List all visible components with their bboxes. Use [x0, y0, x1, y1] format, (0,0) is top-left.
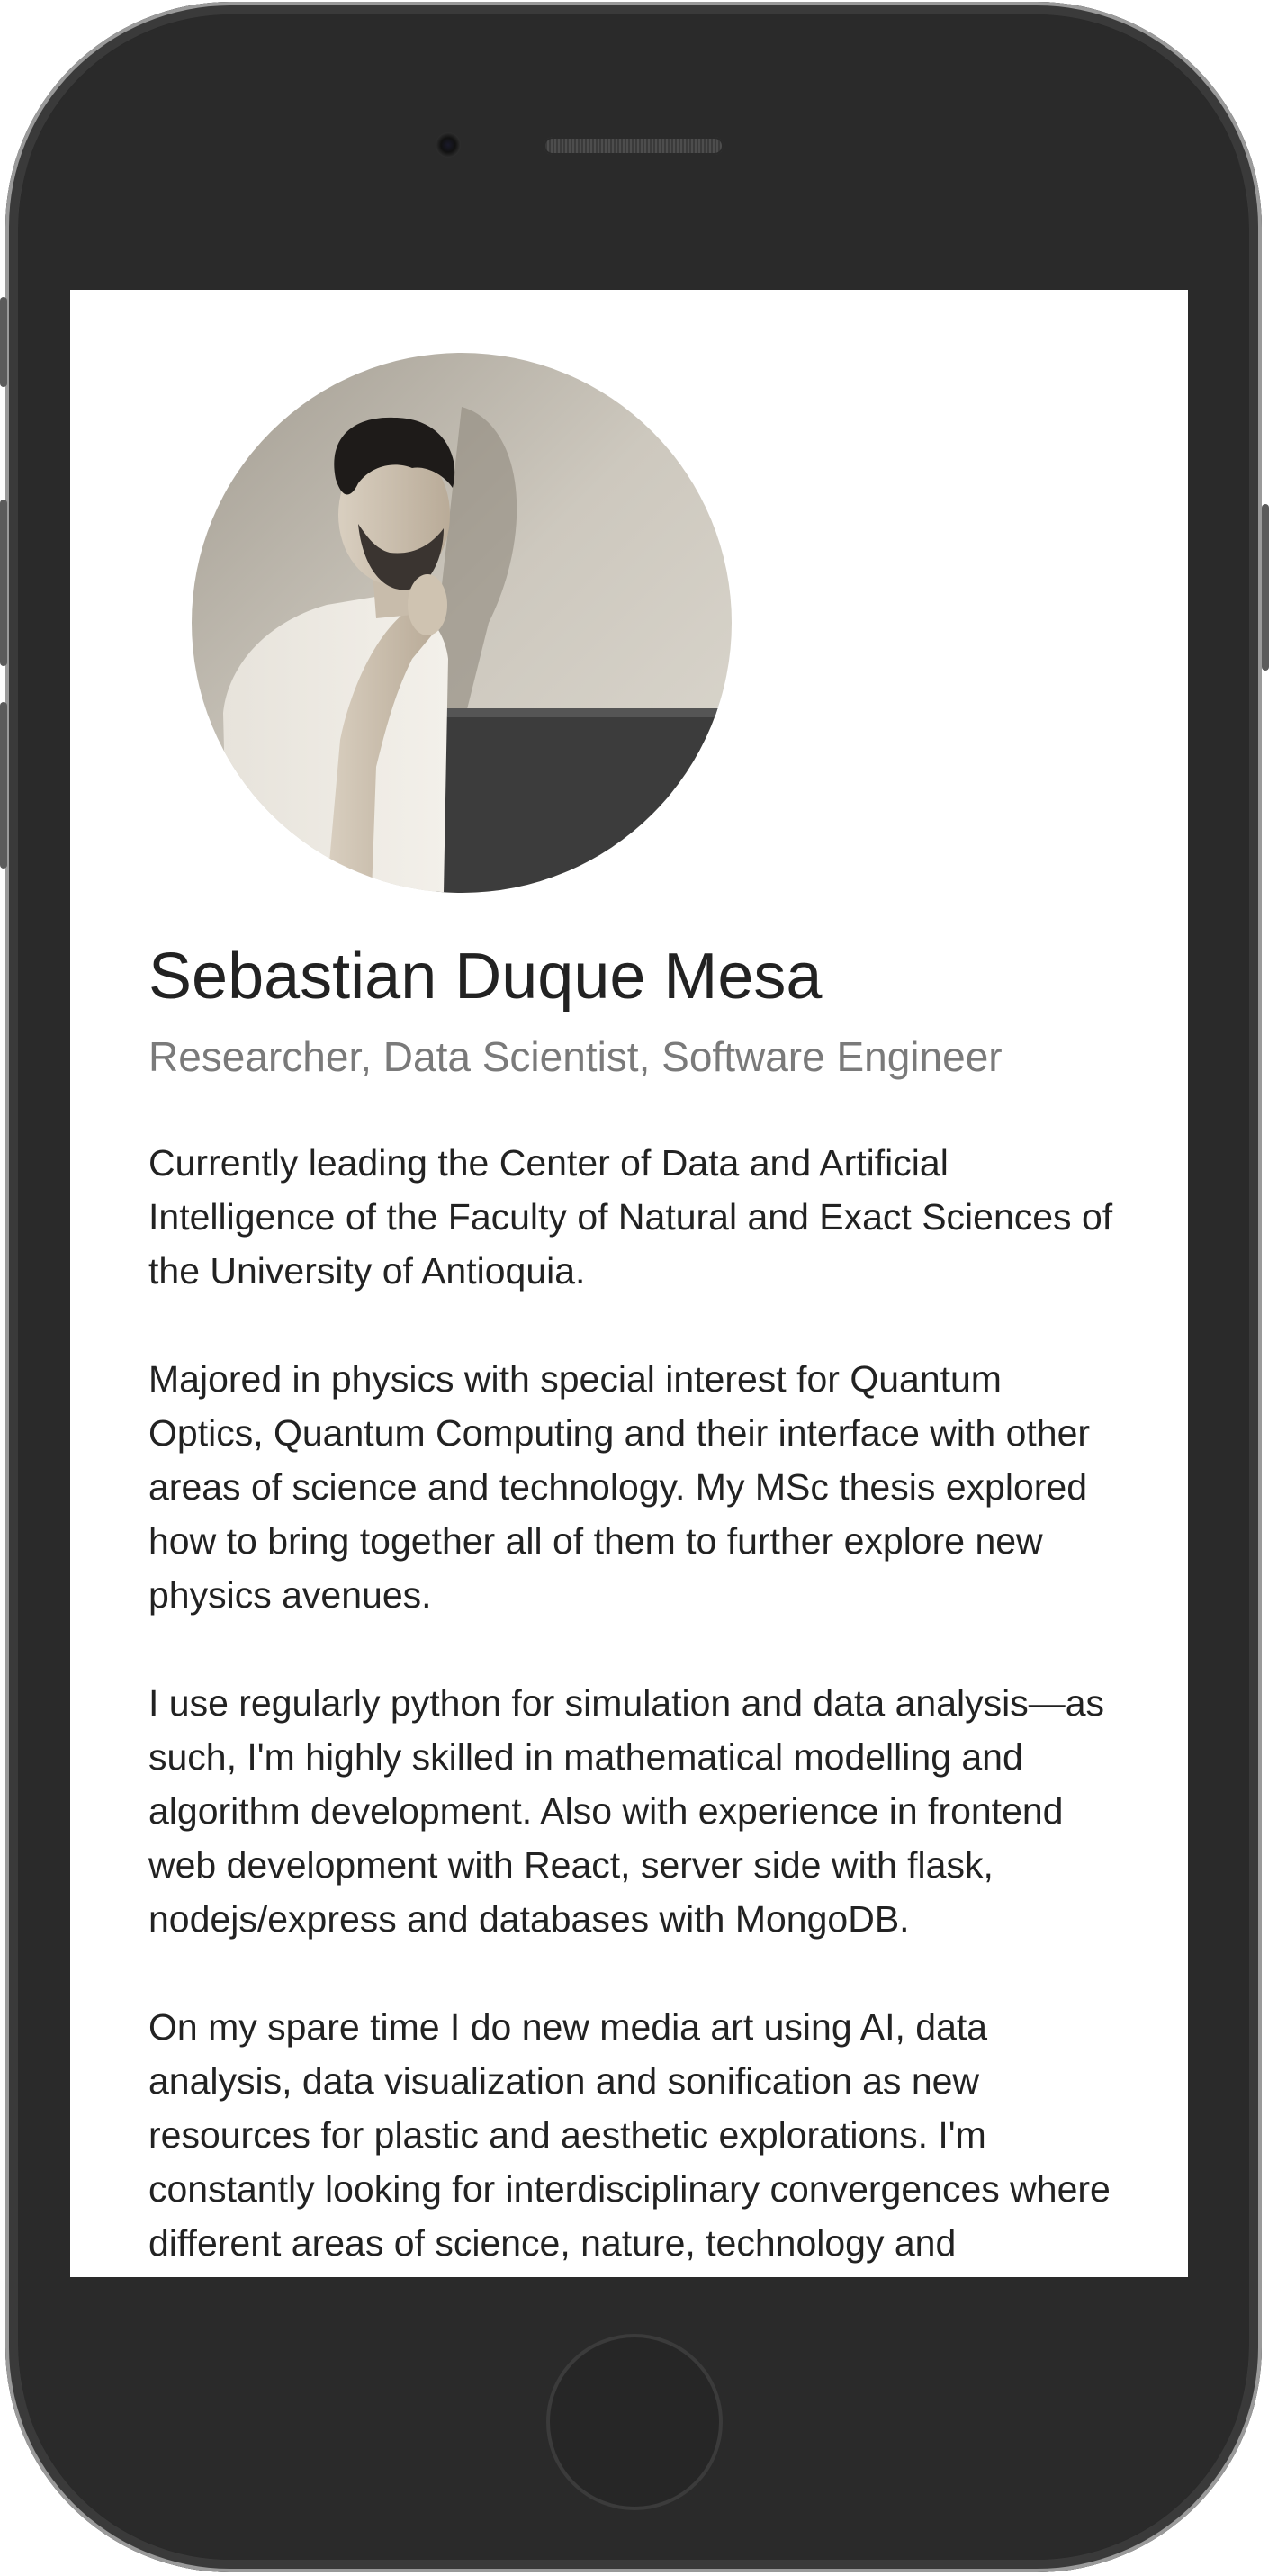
- earpiece-speaker: [544, 137, 724, 155]
- bio-paragraph: Currently leading the Center of Data and…: [148, 1142, 1113, 1292]
- phone-screen: Sebastian Duque Mesa Researcher, Data Sc…: [70, 290, 1188, 2277]
- profile-name: Sebastian Duque Mesa: [148, 941, 823, 1013]
- volume-down-button: [0, 702, 7, 869]
- volume-up-button: [0, 500, 7, 666]
- bio-paragraph: I use regularly python for simulation an…: [148, 1682, 1105, 1940]
- power-button: [1262, 504, 1269, 671]
- mute-switch: [0, 297, 7, 387]
- profile-subtitle: Researcher, Data Scientist, Software Eng…: [148, 1033, 1003, 1080]
- front-camera-icon: [436, 132, 461, 158]
- home-button[interactable]: [546, 2334, 723, 2510]
- bio-paragraph: On my spare time I do new media art usin…: [148, 2006, 1111, 2264]
- bio-section: Currently leading the Center of Data and…: [148, 1136, 1120, 2277]
- bio-paragraph: Majored in physics with special interest…: [148, 1358, 1091, 1616]
- profile-photo: [192, 353, 732, 893]
